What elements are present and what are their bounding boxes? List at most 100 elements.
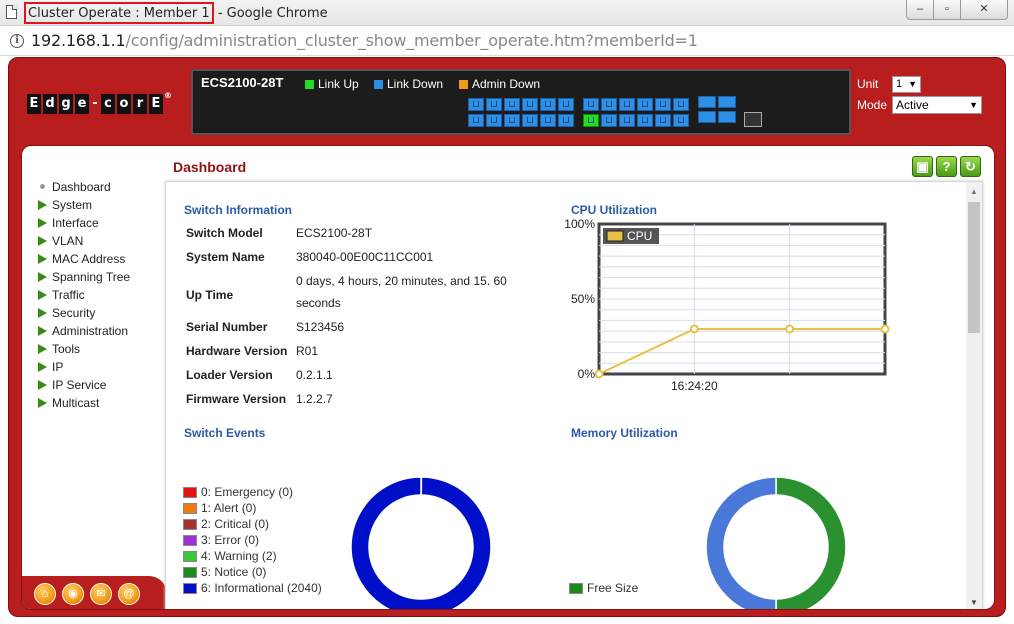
sidebar-item-traffic[interactable]: Traffic [22, 286, 162, 304]
sidebar-item-mac-address[interactable]: MAC Address [22, 250, 162, 268]
ethernet-port[interactable] [486, 98, 502, 111]
sfp-port[interactable] [698, 96, 716, 108]
mode-label: Mode [857, 98, 888, 112]
legend-link-down-label: Link Down [387, 77, 444, 91]
sfp-port[interactable] [698, 111, 716, 123]
scroll-up-icon[interactable]: ▲ [970, 187, 978, 196]
sidebar-item-ip[interactable]: IP [22, 358, 162, 376]
sfp-ports [698, 96, 736, 123]
legend-swatch [569, 582, 583, 594]
sidebar-item-multicast[interactable]: Multicast [22, 394, 162, 412]
mode-select[interactable]: Active ▼ [892, 96, 982, 114]
ethernet-port[interactable] [558, 114, 574, 127]
ethernet-port[interactable] [486, 114, 502, 127]
arrow-right-icon [38, 398, 47, 408]
sidebar-item-label: VLAN [52, 234, 84, 248]
ethernet-port[interactable] [583, 98, 599, 111]
sfp-port[interactable] [718, 96, 736, 108]
sidebar-item-label: Tools [52, 342, 81, 356]
dropdown-arrow-icon: ▼ [908, 79, 917, 89]
event-legend-item: 1: Alert (0) [183, 501, 256, 515]
scrollbar-thumb[interactable] [968, 202, 980, 333]
scroll-down-icon[interactable]: ▼ [970, 598, 978, 607]
ethernet-port[interactable] [637, 98, 653, 111]
edgecore-logo: Ed g e - c o r E ® [27, 91, 172, 114]
event-legend-label: 6: Informational (2040) [201, 581, 322, 595]
vertical-scrollbar[interactable]: ▲ ▼ [966, 182, 982, 609]
ethernet-port[interactable] [540, 114, 556, 127]
sidebar-item-vlan[interactable]: VLAN [22, 232, 162, 250]
ethernet-port[interactable] [468, 98, 484, 111]
maximize-button[interactable]: ▫ [933, 0, 961, 20]
info-label: Up Time [186, 288, 234, 302]
y-tick-label: 100% [564, 217, 595, 231]
events-slice [350, 476, 492, 609]
minimize-button[interactable]: ‒ [906, 0, 934, 20]
legend-swatch [183, 486, 197, 498]
ethernet-port[interactable] [468, 114, 484, 127]
event-legend-label: 4: Warning (2) [201, 549, 277, 563]
ethernet-port[interactable] [673, 114, 689, 127]
arrow-right-icon [38, 362, 47, 372]
ethernet-port[interactable] [504, 98, 520, 111]
ethernet-port[interactable] [540, 98, 556, 111]
legend-swatch [183, 534, 197, 546]
ethernet-port[interactable] [601, 98, 617, 111]
url-path: /config/administration_cluster_show_memb… [125, 31, 698, 50]
info-value: 380040-00E00C11CC001 [296, 250, 434, 264]
close-window-button[interactable]: ✕ [960, 0, 1008, 20]
ethernet-port[interactable] [655, 114, 671, 127]
ethernet-port[interactable] [655, 98, 671, 111]
help-icon[interactable]: ? [936, 156, 957, 177]
ethernet-port[interactable] [637, 114, 653, 127]
window-title-suffix: - Google Chrome [213, 6, 328, 21]
sidebar-item-tools[interactable]: Tools [22, 340, 162, 358]
logo-letter: o [117, 94, 131, 114]
mode-select-value: Active [896, 98, 929, 112]
ethernet-port[interactable] [522, 114, 538, 127]
globe-icon[interactable]: ◉ [62, 583, 84, 605]
info-icon[interactable]: i [10, 34, 24, 48]
ethernet-port[interactable] [558, 98, 574, 111]
ethernet-port[interactable] [673, 98, 689, 111]
url-host: 192.168.1.1 [31, 31, 126, 50]
legend-admin-down-label: Admin Down [472, 77, 541, 91]
info-label: Firmware Version [186, 392, 287, 406]
refresh-icon[interactable]: ↻ [960, 156, 981, 177]
sidebar-item-interface[interactable]: Interface [22, 214, 162, 232]
sidebar-item-dashboard[interactable]: Dashboard [22, 178, 162, 196]
logo-letter: r [133, 94, 147, 114]
sidebar-item-spanning-tree[interactable]: Spanning Tree [22, 268, 162, 286]
save-icon[interactable]: ▣ [912, 156, 933, 177]
ethernet-port[interactable] [504, 114, 520, 127]
cpu-utilization-chart: 100% 50% 0% 16:24:20 CPU [564, 217, 890, 393]
info-value: 1.2.2.7 [296, 392, 333, 406]
url-text[interactable]: 192.168.1.1/config/administration_cluste… [31, 31, 698, 51]
link-down-swatch [374, 79, 383, 89]
web-icon[interactable]: @ [118, 583, 140, 605]
address-bar[interactable]: i 192.168.1.1/config/administration_clus… [0, 26, 1014, 56]
sitemap-icon[interactable]: ⌂ [34, 583, 56, 605]
ethernet-port[interactable] [583, 114, 599, 127]
sfp-port[interactable] [718, 111, 736, 123]
ethernet-port[interactable] [619, 114, 635, 127]
ethernet-port[interactable] [601, 114, 617, 127]
mail-icon[interactable]: ✉ [90, 583, 112, 605]
sidebar-item-administration[interactable]: Administration [22, 322, 162, 340]
event-legend-item: 4: Warning (2) [183, 549, 277, 563]
info-label: Serial Number [186, 320, 268, 334]
ethernet-port[interactable] [619, 98, 635, 111]
legend-swatch [183, 582, 197, 594]
sidebar-item-system[interactable]: System [22, 196, 162, 214]
ethernet-port[interactable] [522, 98, 538, 111]
management-port[interactable] [744, 112, 762, 127]
legend-swatch [183, 502, 197, 514]
sidebar-item-label: Interface [52, 216, 99, 230]
window-title-highlight: Cluster Operate : Member 1 [24, 2, 214, 24]
port-group-1 [467, 97, 575, 128]
sidebar-item-ip-service[interactable]: IP Service [22, 376, 162, 394]
logo-letter: E [27, 94, 41, 114]
switch-events-title: Switch Events [184, 426, 266, 440]
sidebar-item-security[interactable]: Security [22, 304, 162, 322]
unit-select[interactable]: 1 ▼ [892, 76, 921, 93]
